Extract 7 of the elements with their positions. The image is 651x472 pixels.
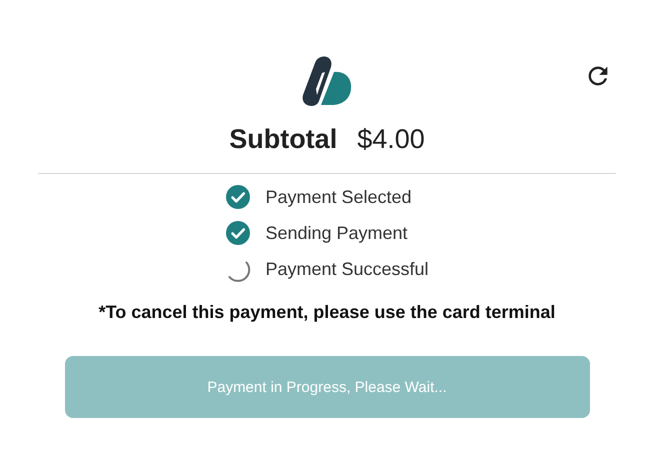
step-label: Payment Selected — [265, 186, 412, 208]
subtotal-amount: $4.00 — [357, 124, 425, 155]
cancel-note: *To cancel this payment, please use the card terminal — [98, 302, 556, 323]
step-label: Sending Payment — [265, 222, 408, 244]
subtotal-label: Subtotal — [229, 124, 338, 155]
logo — [302, 55, 352, 107]
step-label: Payment Successful — [265, 258, 429, 280]
